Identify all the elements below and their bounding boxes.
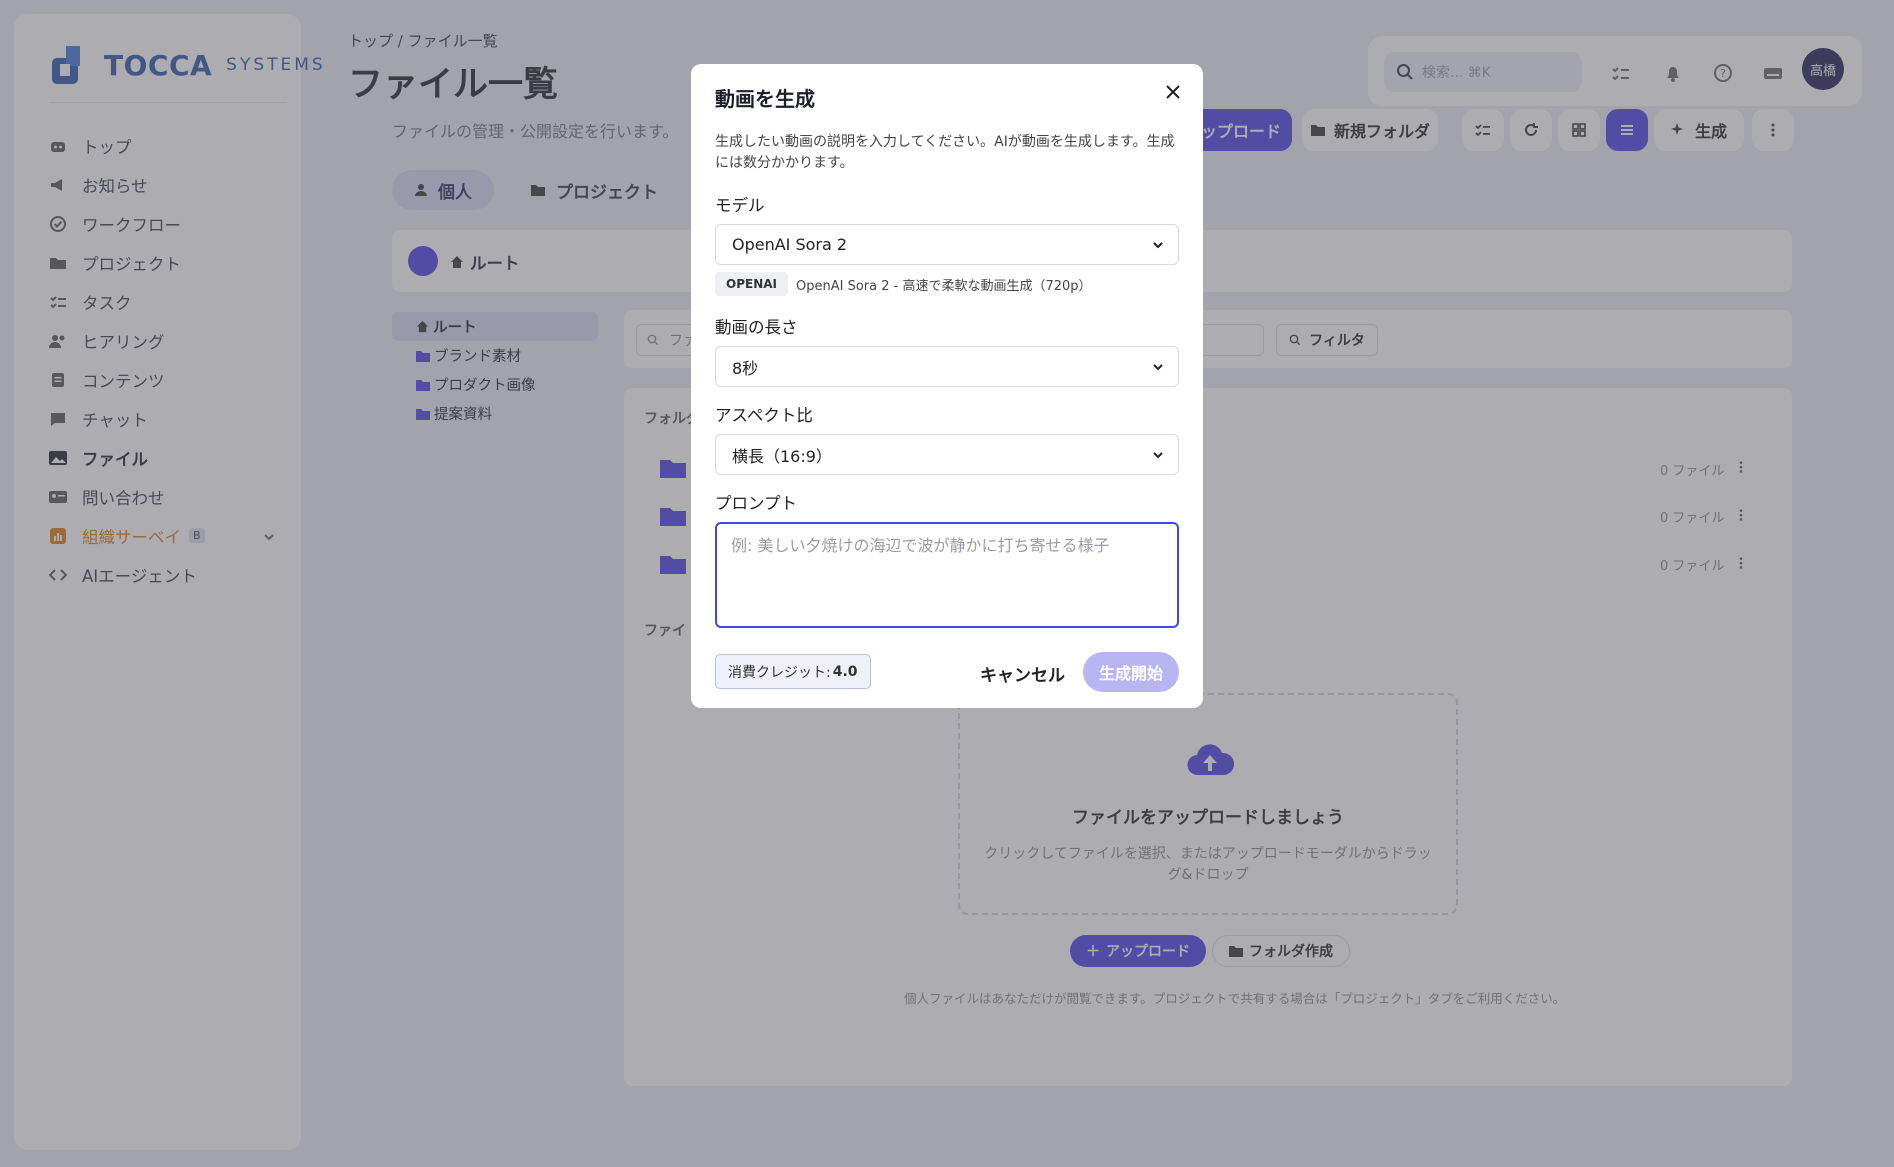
chevron-down-icon bbox=[1153, 452, 1163, 459]
start-generate-button[interactable]: 生成開始 bbox=[1083, 652, 1179, 692]
cancel-button[interactable]: キャンセル bbox=[980, 654, 1065, 692]
generate-video-modal: 動画を生成 生成したい動画の説明を入力してください。AIが動画を生成します。生成… bbox=[691, 64, 1203, 708]
modal-description: 生成したい動画の説明を入力してください。AIが動画を生成します。生成には数分かか… bbox=[715, 134, 1175, 171]
credit-label: 消費クレジット: bbox=[728, 664, 831, 681]
modal-title: 動画を生成 bbox=[715, 87, 815, 111]
credit-cost: 消費クレジット: 4.0 bbox=[715, 654, 871, 689]
chevron-down-icon bbox=[1153, 242, 1163, 249]
model-label: モデル bbox=[715, 196, 765, 215]
prompt-textarea[interactable] bbox=[715, 522, 1179, 628]
prompt-label: プロンプト bbox=[715, 494, 798, 513]
aspect-label: アスペクト比 bbox=[715, 406, 813, 425]
model-select[interactable]: OpenAI Sora 2 bbox=[715, 224, 1179, 265]
length-value: 8秒 bbox=[732, 358, 759, 378]
chevron-down-icon bbox=[1153, 364, 1163, 371]
length-label: 動画の長さ bbox=[715, 318, 798, 337]
credit-value: 4.0 bbox=[832, 663, 858, 680]
app-background: TOCCA SYSTEMS トップ お知らせ ワークフロー プロジェクト タスク… bbox=[0, 0, 1894, 1167]
provider-description: OpenAI Sora 2 - 高速で柔軟な動画生成（720p） bbox=[796, 278, 1092, 294]
length-select[interactable]: 8秒 bbox=[715, 346, 1179, 387]
aspect-select[interactable]: 横長（16:9） bbox=[715, 434, 1179, 475]
provider-info: OPENAI OpenAI Sora 2 - 高速で柔軟な動画生成（720p） bbox=[715, 272, 1092, 296]
provider-badge: OPENAI bbox=[715, 272, 788, 296]
model-value: OpenAI Sora 2 bbox=[732, 235, 848, 254]
close-icon[interactable] bbox=[1161, 80, 1185, 104]
aspect-value: 横長（16:9） bbox=[732, 446, 832, 466]
